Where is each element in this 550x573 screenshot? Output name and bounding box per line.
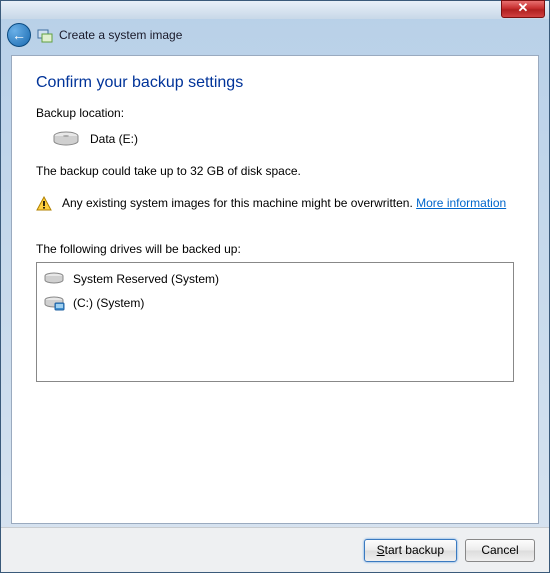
backup-location-row: Data (E:) [52,130,514,148]
drives-list-label: The following drives will be backed up: [36,242,514,256]
start-backup-button[interactable]: Start backup [364,539,457,562]
wizard-window: ✕ ← Create a system image Confirm your b… [0,0,550,573]
more-information-link[interactable]: More information [416,196,506,210]
warning-icon [36,196,52,212]
footer-bar: Start backup Cancel [1,527,549,572]
backup-location-label: Backup location: [36,106,514,120]
close-button[interactable]: ✕ [501,0,545,18]
backup-size-text: The backup could take up to 32 GB of dis… [36,164,514,178]
heading: Confirm your backup settings [36,74,514,92]
drive-icon [43,271,65,287]
drives-list: System Reserved (System) (C:) (System) [36,262,514,382]
arrow-left-icon: ← [12,28,26,42]
backup-location-value: Data (E:) [90,132,138,146]
content-panel: Confirm your backup settings Backup loca… [11,55,539,524]
drive-label: System Reserved (System) [73,272,219,286]
page-title: Create a system image [59,28,182,42]
header-bar: ← Create a system image [1,19,549,51]
cancel-button[interactable]: Cancel [465,539,535,562]
list-item: (C:) (System) [41,291,509,315]
list-item: System Reserved (System) [41,267,509,291]
warning-row: Any existing system images for this mach… [36,196,514,212]
drive-system-icon [43,295,65,311]
titlebar: ✕ [1,1,549,19]
back-button[interactable]: ← [7,23,31,47]
warning-text: Any existing system images for this mach… [62,196,506,210]
drive-icon [52,130,80,148]
drive-label: (C:) (System) [73,296,144,310]
system-image-icon [37,27,53,43]
close-icon: ✕ [518,0,529,15]
